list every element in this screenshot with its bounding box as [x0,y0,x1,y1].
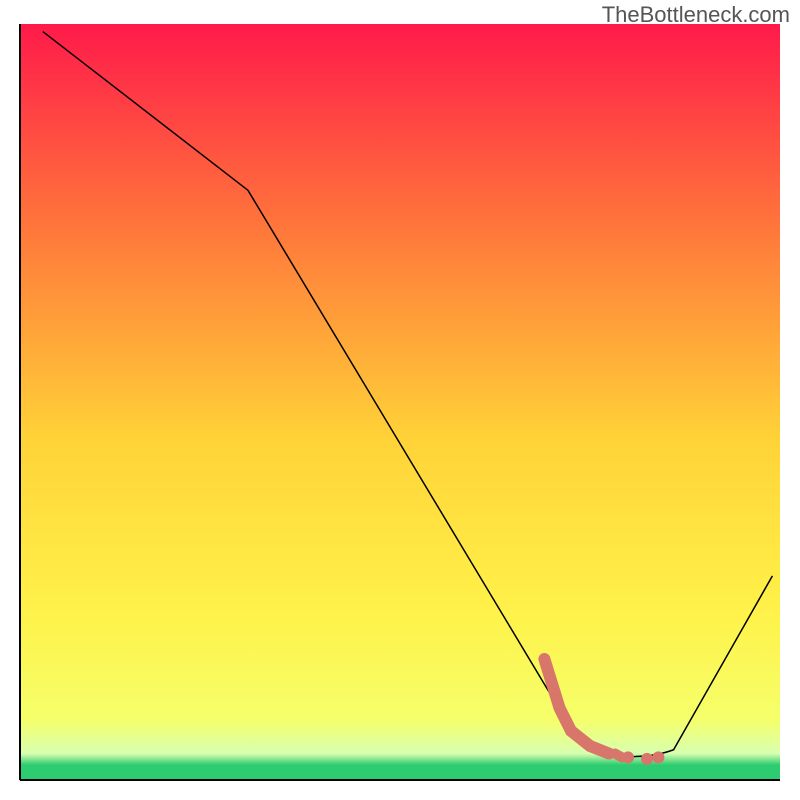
chart-svg [0,24,800,800]
optimal-dot [641,753,653,765]
plot-background [20,24,780,780]
optimal-dash [615,754,622,758]
watermark-text: TheBottleneck.com [602,2,790,28]
optimal-dot [652,751,664,763]
chart-area [0,24,800,800]
